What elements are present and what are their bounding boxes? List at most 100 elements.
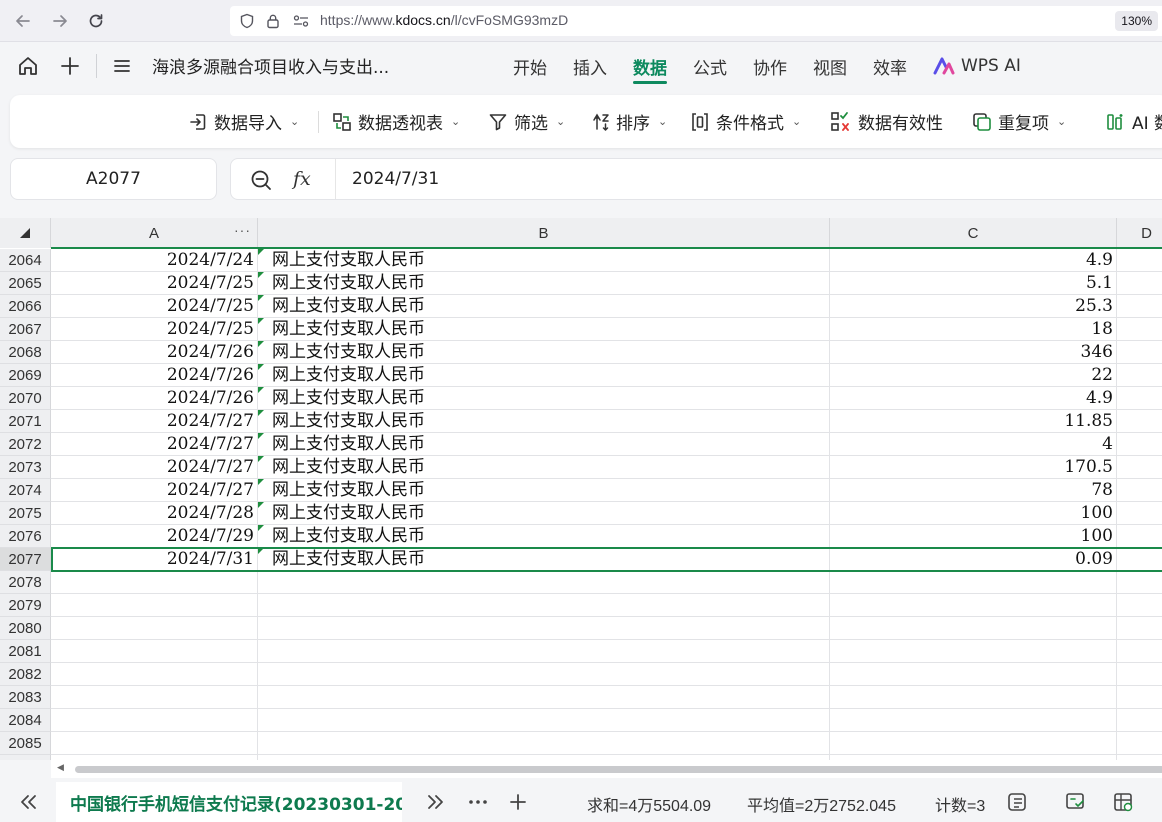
cell-empty[interactable] [1117,387,1162,410]
cell-description[interactable]: 网上支付支取人民币 [258,318,830,341]
cell-date[interactable] [51,571,258,594]
cell-empty[interactable] [1117,594,1162,617]
last-sheet-icon[interactable] [424,790,448,814]
row-header[interactable]: 2082 [0,663,51,686]
row-header[interactable]: 2065 [0,272,51,295]
row-header[interactable]: 2086 [0,755,51,760]
column-header-c[interactable]: C [830,218,1117,248]
row-header[interactable]: 2064 [0,249,51,272]
cell-empty[interactable] [1117,663,1162,686]
cell-empty[interactable] [1117,640,1162,663]
tab-wps-ai[interactable]: WPS AI [920,42,1034,90]
cell-empty[interactable] [1117,272,1162,295]
first-sheet-icon[interactable] [16,790,40,814]
cell-empty[interactable] [1117,617,1162,640]
row-header[interactable]: 2076 [0,525,51,548]
row-header[interactable]: 2079 [0,594,51,617]
cell-description[interactable]: 网上支付支取人民币 [258,295,830,318]
cell-empty[interactable] [1117,571,1162,594]
cell-empty[interactable] [1117,686,1162,709]
cell-empty[interactable] [1117,433,1162,456]
cell-amount[interactable]: 4.9 [830,249,1117,272]
tab-formula[interactable]: 公式 [680,42,740,90]
sheet-settings-icon[interactable] [1112,790,1136,814]
row-header[interactable]: 2069 [0,364,51,387]
cell-amount[interactable]: 170.5 [830,456,1117,479]
add-sheet-icon[interactable] [506,790,530,814]
sheet-tab-active[interactable]: 中国银行手机短信支付记录(20230301-20 [56,782,402,822]
row-header[interactable]: 2066 [0,295,51,318]
conditional-format-button[interactable]: 条件格式 ⌄ [690,95,801,148]
zoom-level[interactable]: 130% [1115,11,1158,31]
row-header[interactable]: 2068 [0,341,51,364]
row-header[interactable]: 2084 [0,709,51,732]
ai-data-button[interactable]: AI 数 [1106,95,1162,148]
cell-description[interactable]: 网上支付支取人民币 [258,433,830,456]
review-icon[interactable] [1064,790,1088,814]
cell-date[interactable] [51,640,258,663]
data-validation-button[interactable]: 数据有效性 [830,95,943,148]
count-stat[interactable]: 计数=3 [935,792,985,816]
tab-insert[interactable]: 插入 [560,42,620,90]
cell-empty[interactable] [1117,732,1162,755]
cell-date[interactable]: 2024/7/28 [51,502,258,525]
name-box[interactable]: A2077 [10,158,217,200]
column-header-a[interactable]: A ··· [51,218,258,248]
new-tab-icon[interactable] [56,52,84,80]
cell-description[interactable] [258,686,830,709]
scroll-left-icon[interactable]: ◀ [57,763,64,773]
row-header[interactable]: 2070 [0,387,51,410]
cell-amount[interactable]: 11.85 [830,410,1117,433]
cell-amount[interactable] [830,617,1117,640]
cell-description[interactable]: 网上支付支取人民币 [258,502,830,525]
cell-description[interactable]: 网上支付支取人民币 [258,364,830,387]
row-header[interactable]: 2075 [0,502,51,525]
cell-date[interactable] [51,617,258,640]
filter-button[interactable]: 筛选 ⌄ [488,95,565,148]
row-header[interactable]: 2074 [0,479,51,502]
cell-amount[interactable]: 100 [830,525,1117,548]
cell-date[interactable] [51,732,258,755]
more-sheets-icon[interactable] [466,790,490,814]
cell-date[interactable]: 2024/7/25 [51,295,258,318]
sort-button[interactable]: 排序 ⌄ [590,95,667,148]
pivot-table-button[interactable]: 数据透视表 ⌄ [332,95,460,148]
cell-description[interactable] [258,594,830,617]
cell-description[interactable]: 网上支付支取人民币 [258,249,830,272]
forward-icon[interactable] [47,8,73,34]
row-header[interactable]: 2067 [0,318,51,341]
column-more-icon[interactable]: ··· [234,222,251,238]
cell-empty[interactable] [1117,502,1162,525]
cell-amount[interactable]: 18 [830,318,1117,341]
cell-date[interactable]: 2024/7/25 [51,318,258,341]
cell-amount[interactable] [830,732,1117,755]
zoom-out-icon[interactable] [249,168,273,192]
row-header[interactable]: 2083 [0,686,51,709]
row-header[interactable]: 2078 [0,571,51,594]
cell-amount[interactable]: 0.09 [830,548,1117,571]
cell-date[interactable]: 2024/7/31 [51,548,258,571]
row-header[interactable]: 2071 [0,410,51,433]
cell-date[interactable]: 2024/7/24 [51,249,258,272]
cell-empty[interactable] [1117,249,1162,272]
cell-description[interactable]: 网上支付支取人民币 [258,548,830,571]
cell-description[interactable]: 网上支付支取人民币 [258,387,830,410]
cell-date[interactable]: 2024/7/27 [51,433,258,456]
duplicates-button[interactable]: 重复项 ⌄ [972,95,1066,148]
tab-collaborate[interactable]: 协作 [740,42,800,90]
back-icon[interactable] [10,8,36,34]
cell-amount[interactable] [830,709,1117,732]
row-header[interactable]: 2077 [0,548,51,571]
average-stat[interactable]: 平均值=2万2752.045 [747,792,896,816]
cell-description[interactable] [258,663,830,686]
column-header-b[interactable]: B [258,218,830,248]
cell-date[interactable] [51,663,258,686]
cell-date[interactable] [51,709,258,732]
cell-amount[interactable] [830,594,1117,617]
scrollbar-thumb[interactable] [75,766,1162,773]
cell-description[interactable] [258,709,830,732]
cell-description[interactable]: 网上支付支取人民币 [258,479,830,502]
cell-date[interactable]: 2024/7/27 [51,410,258,433]
cell-amount[interactable]: 346 [830,341,1117,364]
cell-amount[interactable] [830,640,1117,663]
